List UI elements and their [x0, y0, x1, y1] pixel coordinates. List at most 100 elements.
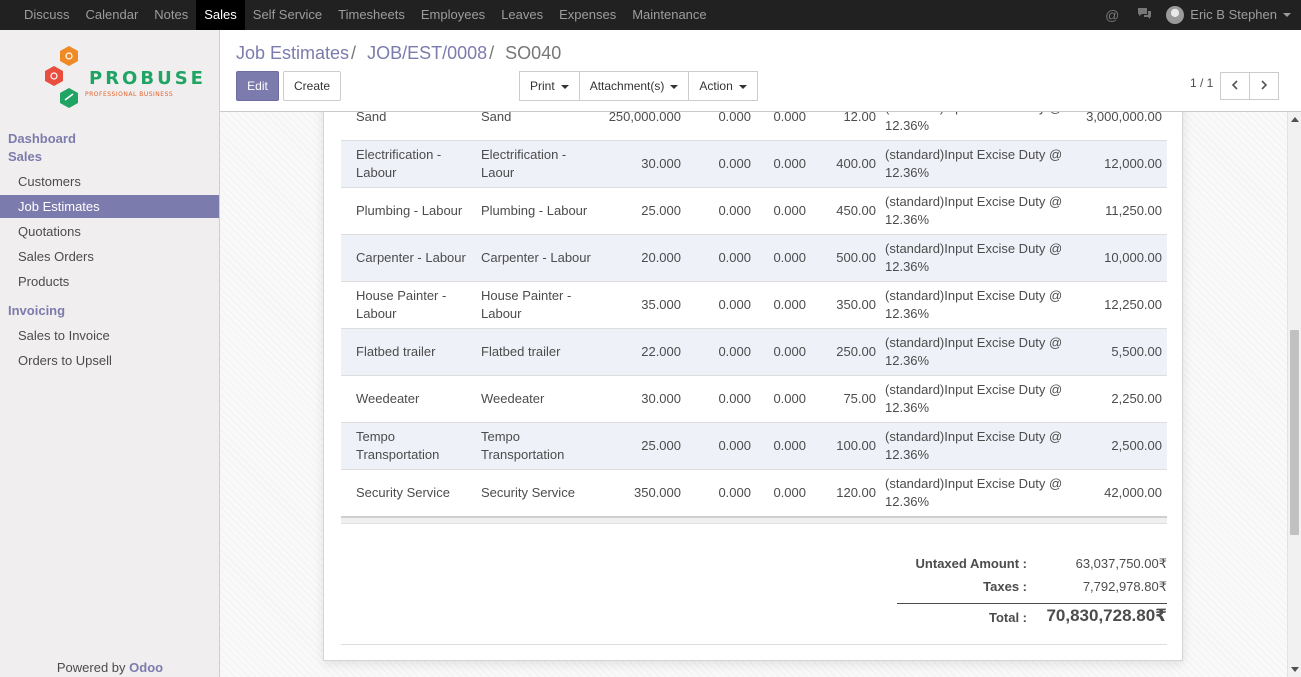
menu-item-leaves[interactable]: Leaves	[493, 0, 551, 30]
company-logo[interactable]: PROBUSE PROFESSIONAL BUSINESS	[40, 44, 203, 116]
attachments-dropdown[interactable]: Attachment(s)	[578, 71, 690, 101]
pager-value[interactable]: 1 / 1	[1190, 76, 1213, 90]
cell-qty: 25.000	[641, 203, 681, 218]
taxes-label: Taxes :	[983, 579, 1027, 594]
menu-item-discuss[interactable]: Discuss	[16, 0, 78, 30]
cell-d2: 0.000	[773, 391, 806, 406]
cell-d2: 0.000	[773, 297, 806, 312]
cell-subtotal: 10,000.00	[1104, 250, 1162, 265]
table-row[interactable]: Security Service Security Service 350.000 0…	[341, 469, 1167, 516]
breadcrumb-current: SO040	[505, 43, 562, 63]
cell-product: Sand	[356, 112, 387, 124]
scroll-down-arrow-icon[interactable]	[1291, 667, 1299, 672]
cell-tax: (standard)Input Excise Duty @ 12.36%	[885, 429, 1063, 462]
cell-qty: 30.000	[641, 391, 681, 406]
sidebar: PROBUSE PROFESSIONAL BUSINESS Dashboard …	[0, 30, 220, 677]
table-row[interactable]: Electrification - Labour Electrification …	[341, 140, 1167, 187]
sidebar-item-sales-to-invoice[interactable]: Sales to Invoice	[0, 324, 219, 347]
taxes-line: Taxes : 7,792,978.80₹	[897, 579, 1167, 599]
cell-d2: 0.000	[773, 344, 806, 359]
cell-price: 12.00	[843, 112, 876, 124]
chat-bubbles-icon[interactable]	[1128, 0, 1160, 30]
sidebar-item-customers[interactable]: Customers	[0, 170, 219, 193]
control-panel: Job Estimates / JOB/EST/0008/ SO040 Edit …	[220, 30, 1301, 112]
mentions-icon[interactable]: @	[1096, 0, 1128, 30]
cell-price: 450.00	[836, 203, 876, 218]
cell-d1: 0.000	[718, 250, 751, 265]
menu-item-maintenance[interactable]: Maintenance	[624, 0, 714, 30]
action-dropdown[interactable]: Action	[688, 71, 758, 101]
powered-by: Powered by Odoo	[0, 660, 220, 675]
cell-product: House Painter - Labour	[356, 288, 447, 321]
menu-item-expenses[interactable]: Expenses	[551, 0, 624, 30]
table-row[interactable]: Flatbed trailer Flatbed trailer 22.000 0.00…	[341, 328, 1167, 375]
logo-wordmark: PROBUSE	[89, 68, 206, 89]
cell-d1: 0.000	[718, 438, 751, 453]
cell-product: Plumbing - Labour	[356, 203, 463, 218]
scroll-up-arrow-icon[interactable]	[1291, 117, 1299, 122]
chevron-left-icon	[1231, 80, 1238, 90]
menu-item-employees[interactable]: Employees	[413, 0, 493, 30]
scrollbar-thumb[interactable]	[1290, 330, 1299, 535]
cell-subtotal: 42,000.00	[1104, 485, 1162, 500]
menu-item-sales[interactable]: Sales	[196, 0, 245, 30]
sidebar-dashboard-header[interactable]: Dashboard	[8, 131, 76, 146]
edit-button[interactable]: Edit	[236, 71, 279, 101]
sidebar-item-job-estimates[interactable]: Job Estimates	[0, 195, 219, 218]
table-row[interactable]: Weedeater Weedeater 30.000 0.000 0.000 75.00(…	[341, 375, 1167, 422]
sidebar-item-products[interactable]: Products	[0, 270, 219, 293]
cell-d2: 0.000	[773, 250, 806, 265]
sidebar-item-orders-to-upsell[interactable]: Orders to Upsell	[0, 349, 219, 372]
cell-tax: (standard)Input Excise Duty @ 12.36%	[885, 241, 1063, 274]
odoo-link[interactable]: Odoo	[129, 660, 163, 675]
user-menu[interactable]: Eric B Stephen	[1160, 0, 1301, 30]
total-value: 70,830,728.80₹	[1046, 606, 1167, 625]
menu-item-timesheets[interactable]: Timesheets	[330, 0, 413, 30]
cell-product: Flatbed trailer	[356, 344, 436, 359]
systray: @ Eric B Stephen	[1096, 0, 1301, 30]
chevron-down-icon	[670, 84, 679, 89]
untaxed-amount-label: Untaxed Amount :	[915, 556, 1027, 571]
pager-next-button[interactable]	[1249, 72, 1279, 100]
attachments-label: Attachment(s)	[589, 79, 665, 93]
total-line: Total : 70,830,728.80₹	[897, 606, 1167, 630]
cell-qty: 30.000	[641, 156, 681, 171]
table-row[interactable]: House Painter - Labour House Painter - La…	[341, 281, 1167, 328]
menu-item-calendar[interactable]: Calendar	[78, 0, 147, 30]
breadcrumb-job-est-record[interactable]: JOB/EST/0008	[367, 43, 487, 63]
table-row[interactable]: Plumbing - Labour Plumbing - Labour 25.000…	[341, 187, 1167, 234]
cell-d1: 0.000	[718, 344, 751, 359]
cell-tax: (standard)Input Excise Duty @ 12.36%	[885, 382, 1063, 415]
sidebar-item-sales-orders[interactable]: Sales Orders	[0, 245, 219, 268]
vertical-scrollbar[interactable]	[1287, 112, 1301, 677]
chevron-down-icon	[738, 84, 747, 89]
action-label: Action	[699, 79, 733, 93]
sidebar-sales-header: Sales	[8, 149, 42, 164]
cell-tax: (standard)Input Excise Duty @ 12.36%	[885, 194, 1063, 227]
chevron-right-icon	[1261, 80, 1268, 90]
print-dropdown[interactable]: Print	[519, 71, 580, 101]
cell-d1: 0.000	[718, 297, 751, 312]
breadcrumb-job-estimates[interactable]: Job Estimates	[236, 43, 349, 63]
top-navbar: Discuss Calendar Notes Sales Self Service Tim…	[0, 0, 1301, 30]
cell-tax: (standard)Input Excise Duty @ 12.36%	[885, 147, 1063, 180]
table-row[interactable]: Tempo Transportation Tempo Transportation…	[341, 422, 1167, 469]
table-row[interactable]: SandSand250,000.0000.0000.00012.00(stand…	[341, 112, 1167, 140]
cell-subtotal: 11,250.00	[1105, 203, 1162, 218]
menu-item-notes[interactable]: Notes	[146, 0, 196, 30]
cell-price: 400.00	[836, 156, 876, 171]
cell-price: 500.00	[836, 250, 876, 265]
avatar	[1166, 6, 1185, 24]
sidebar-invoicing-header: Invoicing	[8, 303, 66, 318]
pager-previous-button[interactable]	[1220, 72, 1250, 100]
table-row[interactable]: Carpenter - Labour Carpenter - Labour 20.0…	[341, 234, 1167, 281]
cell-product: Electrification - Labour	[356, 147, 442, 180]
cell-subtotal: 2,500.00	[1111, 438, 1162, 453]
sidebar-item-quotations[interactable]: Quotations	[0, 220, 219, 243]
totals-divider	[897, 603, 1167, 604]
menu-item-self-service[interactable]: Self Service	[245, 0, 330, 30]
create-button[interactable]: Create	[283, 71, 341, 101]
cell-d1: 0.000	[718, 112, 751, 124]
cell-price: 250.00	[836, 344, 876, 359]
cell-subtotal: 12,250.00	[1104, 297, 1162, 312]
